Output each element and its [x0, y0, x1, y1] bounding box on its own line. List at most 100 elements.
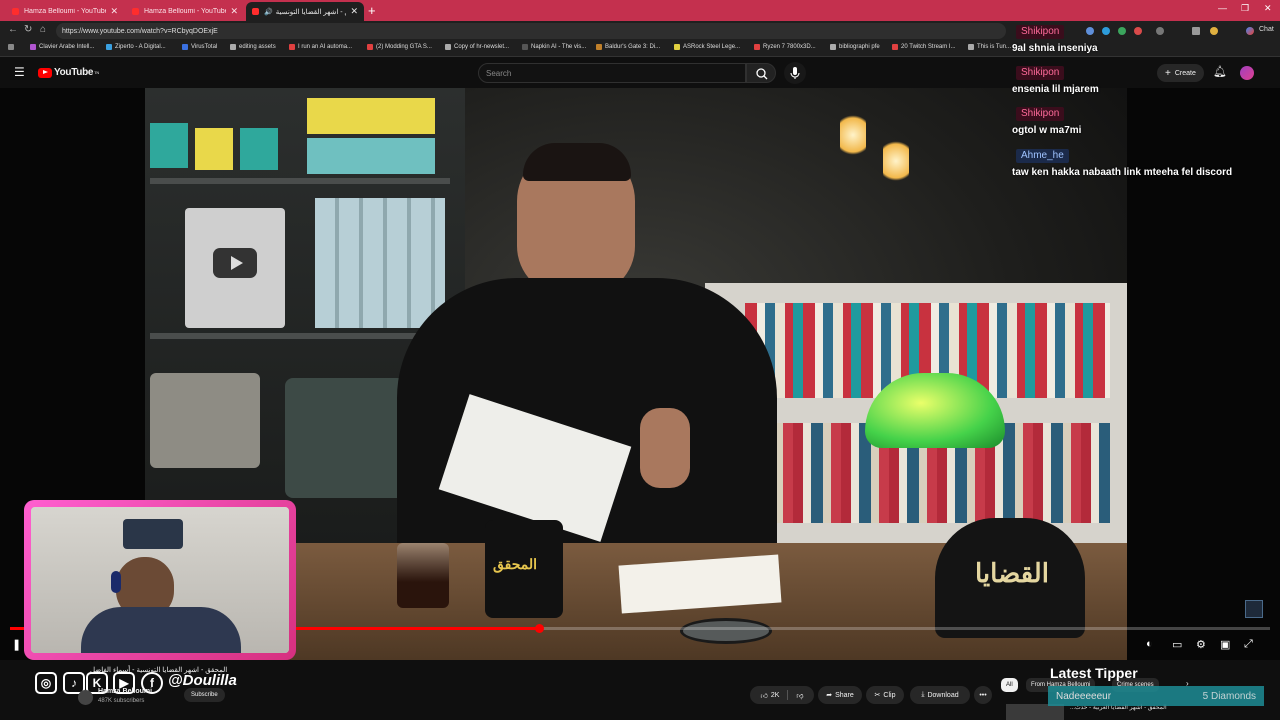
up-next-thumbnail[interactable]: [1006, 704, 1064, 720]
chat-message: 9al shnia inseniya: [1012, 43, 1098, 54]
microphone-icon: [790, 67, 800, 79]
video-title: المحقق - اشهر القضايا التونسية - أسماء ا…: [90, 667, 228, 674]
wall-poster: [123, 519, 183, 549]
pendant-light: [840, 110, 866, 160]
settings-gear-icon[interactable]: ⚙: [1196, 638, 1206, 651]
voice-search-button[interactable]: [784, 62, 806, 84]
magnifying-glass: [680, 618, 772, 644]
url-text: https://www.youtube.com/watch?v=RCbyqDOE…: [62, 27, 218, 35]
bookmark-item[interactable]: Baldur's Gate 3: Di...: [596, 44, 660, 50]
video-info-section: ◎ ♪ K ▶ f @Doulilla المحقق - اشهر القضاي…: [0, 660, 1280, 720]
chat-label[interactable]: Chat: [1259, 26, 1274, 33]
retro-radio: [150, 373, 260, 468]
youtube-favicon-icon: [132, 8, 139, 15]
bookmark-item[interactable]: bibliographi pfe: [830, 44, 880, 50]
minimize-icon[interactable]: —: [1218, 3, 1227, 13]
tipper-name: Nadeeeeeur: [1056, 690, 1112, 702]
browser-tab-2[interactable]: Hamza Belloumi - YouTube ✕: [126, 2, 244, 21]
browser-tab-active[interactable]: 🔊 المحقق - اشهر القضايا التونسية ✕: [246, 2, 364, 21]
profile-avatar[interactable]: [1210, 27, 1218, 35]
bookmark-item[interactable]: Ziperto - A Digital...: [106, 44, 166, 50]
webcam-feed: [31, 507, 289, 653]
more-actions-button[interactable]: •••: [974, 686, 992, 704]
create-button[interactable]: + Create: [1157, 64, 1204, 82]
subscribe-button[interactable]: Subscribe: [184, 688, 225, 702]
storage-box: [195, 128, 233, 170]
channel-avatar[interactable]: [78, 690, 93, 705]
share-button[interactable]: ➦ Share: [818, 686, 862, 704]
browser-tab-1[interactable]: Hamza Belloumi - YouTube ✕: [6, 2, 124, 21]
bookmark-item[interactable]: Clavier Arabe Intell...: [30, 44, 94, 50]
chat-message: taw ken hakka nabaath link mteeha fel di…: [1012, 167, 1233, 178]
bookmark-star-icon[interactable]: [1192, 27, 1200, 35]
thumbs-down-icon: 👎︎: [796, 692, 804, 700]
search-icon: [756, 68, 768, 80]
new-tab-icon[interactable]: +: [368, 3, 376, 18]
hamburger-menu-icon[interactable]: ☰: [14, 65, 25, 79]
miniplayer-icon[interactable]: ▣: [1220, 638, 1230, 651]
notifications-bell-icon[interactable]: 🔔︎: [1213, 65, 1227, 78]
more-dots-icon: •••: [979, 691, 987, 699]
bookmark-item[interactable]: Napkin AI - The vis...: [522, 44, 586, 50]
chat-username: Shikipon: [1016, 25, 1065, 39]
autoplay-toggle-icon[interactable]: ◐: [1146, 638, 1153, 650]
apps-icon[interactable]: [8, 44, 17, 50]
home-icon[interactable]: ⌂: [40, 24, 46, 35]
bookmark-item[interactable]: 20 Twitch Stream I...: [892, 44, 956, 50]
browser-tab-strip: Hamza Belloumi - YouTube ✕ Hamza Belloum…: [0, 0, 1280, 21]
tipper-amount: 5 Diamonds: [1202, 690, 1256, 702]
download-button[interactable]: ⤓ Download: [910, 686, 970, 704]
youtube-favicon-icon: [12, 8, 19, 15]
bookmark-item[interactable]: editing assets: [230, 44, 276, 50]
extension-icon[interactable]: [1134, 27, 1142, 35]
bookmark-item[interactable]: VirusTotal: [182, 44, 217, 50]
close-window-icon[interactable]: ✕: [1264, 3, 1272, 14]
speaker-icon: 🔊: [264, 8, 273, 16]
reload-icon[interactable]: ↻: [24, 24, 32, 35]
captions-icon[interactable]: ▭: [1172, 638, 1182, 651]
url-field[interactable]: https://www.youtube.com/watch?v=RCbyqDOE…: [56, 23, 1006, 39]
bookmark-item[interactable]: Copy of hr-newslet...: [445, 44, 509, 50]
youtube-logo[interactable]: YouTube TN: [38, 67, 99, 78]
black-telephone: القضايا: [935, 518, 1085, 638]
share-label: Share: [835, 691, 854, 699]
close-tab-icon[interactable]: ✕: [350, 6, 358, 17]
search-button[interactable]: [746, 63, 776, 83]
back-icon[interactable]: ←: [8, 24, 18, 35]
tab-title: المحقق - اشهر القضايا التونسية: [275, 8, 347, 16]
extensions-puzzle-icon[interactable]: [1156, 27, 1164, 35]
close-tab-icon[interactable]: ✕: [230, 6, 238, 17]
bookmark-item[interactable]: This is Tun...: [968, 44, 1011, 50]
channel-name[interactable]: Hamza Belloumi: [98, 688, 152, 695]
search-placeholder: Search: [486, 68, 512, 78]
account-avatar[interactable]: [1240, 66, 1254, 80]
address-bar-row: ← ↻ ⌂ https://www.youtube.com/watch?v=RC…: [0, 21, 1280, 41]
pendant-light: [883, 136, 909, 186]
extension-icon[interactable]: [1086, 27, 1094, 35]
bookmark-item[interactable]: ASRock Steel Lege...: [674, 44, 740, 50]
presenter-hair: [523, 143, 631, 181]
close-tab-icon[interactable]: ✕: [110, 6, 118, 17]
youtube-favicon-icon: [252, 8, 259, 15]
extension-icon[interactable]: [1102, 27, 1110, 35]
gemini-icon[interactable]: [1246, 27, 1254, 35]
subscriber-count: 487K subscribers: [98, 698, 145, 704]
download-icon: ⤓: [921, 691, 925, 698]
channel-watermark[interactable]: [1245, 600, 1263, 618]
bookmark-item[interactable]: (2) Modding GTA S...: [367, 44, 432, 50]
fullscreen-icon[interactable]: ⤢: [1244, 638, 1253, 651]
region-code: TN: [94, 70, 99, 75]
create-label: Create: [1174, 69, 1196, 77]
extension-icon[interactable]: [1118, 27, 1126, 35]
chat-message: ensenia lil mjarem: [1012, 84, 1099, 95]
search-input[interactable]: Search: [478, 63, 746, 83]
bookmark-item[interactable]: Ryzen 7 7800x3D...: [754, 44, 816, 50]
chat-username: Shikipon: [1016, 107, 1065, 121]
chip-all[interactable]: All: [1001, 678, 1018, 692]
clip-button[interactable]: ✂ Clip: [866, 686, 904, 704]
maximize-icon[interactable]: ❐: [1241, 3, 1249, 14]
like-count: 2K: [770, 691, 780, 699]
like-dislike-button[interactable]: 👍︎ 2K 👎︎: [750, 686, 814, 704]
bookmark-item[interactable]: I run an AI automa...: [289, 44, 352, 50]
binders: [315, 198, 445, 328]
